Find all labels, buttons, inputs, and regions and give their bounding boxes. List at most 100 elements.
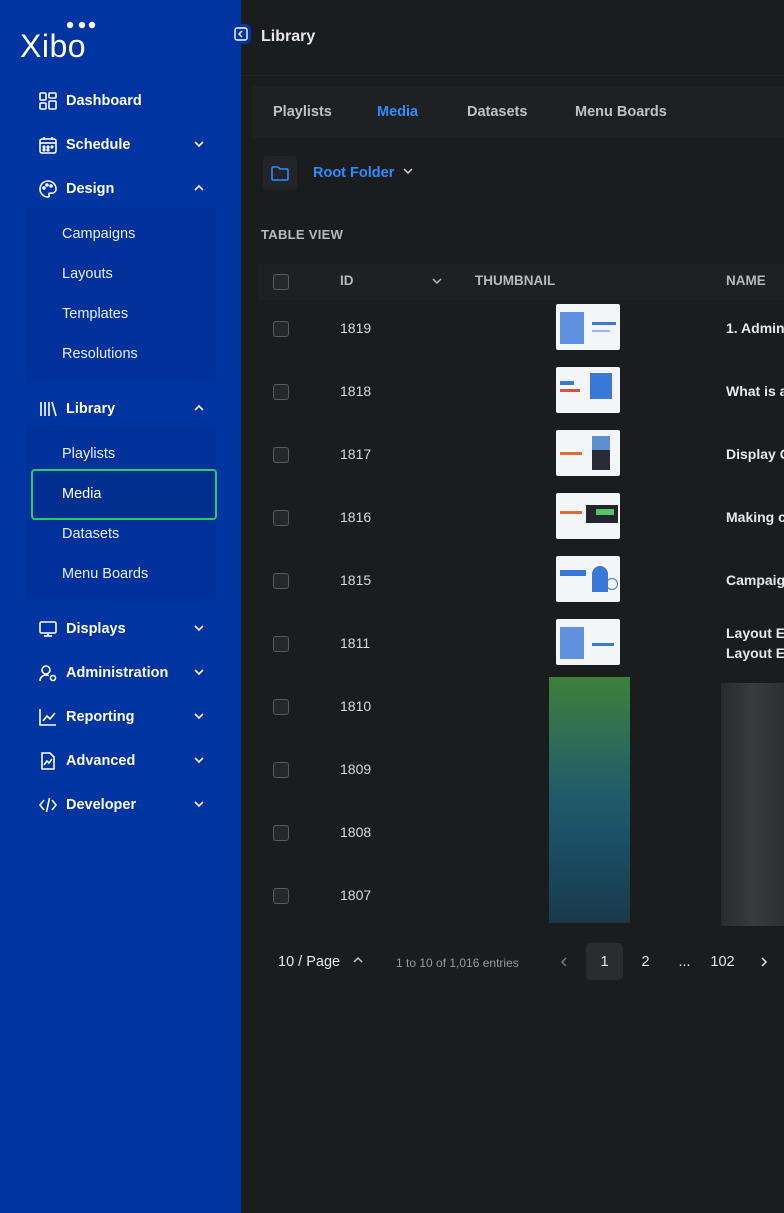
video-thumbnail-blurred[interactable] bbox=[549, 677, 630, 923]
sidebar-item-label: Administration bbox=[66, 665, 169, 681]
sidebar-item-design[interactable]: Design bbox=[38, 177, 218, 201]
table-view-label: TABLE VIEW bbox=[261, 227, 344, 242]
cell-id: 1811 bbox=[340, 635, 371, 651]
sidebar-item-label: Schedule bbox=[66, 137, 131, 153]
sidebar-item-schedule[interactable]: Schedule bbox=[38, 133, 218, 157]
cell-name: Layout E bbox=[726, 625, 784, 641]
code-icon bbox=[38, 795, 58, 815]
select-all-checkbox[interactable] bbox=[273, 274, 289, 290]
cell-name: Display C bbox=[726, 446, 784, 462]
cell-id: 1807 bbox=[340, 887, 372, 903]
row-checkbox[interactable] bbox=[273, 510, 289, 526]
collapse-icon bbox=[234, 27, 248, 41]
name-preview-blurred bbox=[721, 683, 784, 926]
media-thumbnail[interactable] bbox=[556, 619, 620, 665]
sidebar-item-label: Library bbox=[66, 401, 116, 417]
sidebar-item-developer[interactable]: Developer bbox=[38, 793, 218, 817]
page-size-select[interactable]: 10 / Page bbox=[278, 954, 364, 970]
sidebar-subitem-campaigns[interactable]: Campaigns bbox=[62, 226, 135, 246]
media-thumbnail[interactable] bbox=[556, 556, 620, 602]
sidebar-item-label: Developer bbox=[66, 797, 137, 813]
sidebar-item-displays[interactable]: Displays bbox=[38, 617, 218, 641]
previous-page-button[interactable] bbox=[545, 943, 582, 980]
column-header-thumbnail: THUMBNAIL bbox=[475, 273, 556, 288]
column-header-id[interactable]: ID bbox=[340, 273, 354, 288]
row-checkbox[interactable] bbox=[273, 384, 289, 400]
chevron-up-icon bbox=[353, 956, 363, 963]
monitor-icon bbox=[38, 619, 58, 639]
sidebar-item-library[interactable]: Library bbox=[38, 397, 218, 421]
media-thumbnail[interactable] bbox=[556, 430, 620, 476]
sidebar-item-label: Design bbox=[66, 181, 115, 197]
cell-name: 1. Admin bbox=[726, 320, 784, 336]
media-thumbnail[interactable] bbox=[556, 304, 620, 350]
pagination-summary: 1 to 10 of 1,016 entries bbox=[396, 956, 519, 970]
row-checkbox[interactable] bbox=[273, 447, 289, 463]
media-thumbnail[interactable] bbox=[556, 493, 620, 539]
cell-name: Campaig bbox=[726, 572, 784, 588]
cell-id: 1819 bbox=[340, 320, 372, 336]
cell-id: 1809 bbox=[340, 761, 372, 777]
active-item-highlight bbox=[31, 469, 217, 520]
tab-playlists[interactable]: Playlists bbox=[273, 104, 332, 120]
sidebar-item-reporting[interactable]: Reporting bbox=[38, 705, 218, 729]
cell-id: 1818 bbox=[340, 383, 372, 399]
sidebar-subitem-templates[interactable]: Templates bbox=[62, 306, 128, 326]
page-button-1[interactable]: 1 bbox=[586, 943, 623, 980]
sidebar-item-administration[interactable]: Administration bbox=[38, 661, 218, 685]
row-checkbox[interactable] bbox=[273, 825, 289, 841]
row-checkbox[interactable] bbox=[273, 762, 289, 778]
sidebar-subitem-resolutions[interactable]: Resolutions bbox=[62, 346, 138, 366]
cell-id: 1810 bbox=[340, 698, 372, 714]
folder-select[interactable]: Root Folder bbox=[313, 165, 414, 181]
next-page-button[interactable] bbox=[745, 943, 782, 980]
row-checkbox[interactable] bbox=[273, 573, 289, 589]
sidebar-item-label: Dashboard bbox=[66, 93, 142, 109]
chevron-down-icon bbox=[194, 669, 204, 676]
tab-menu-boards[interactable]: Menu Boards bbox=[575, 104, 667, 120]
library-icon bbox=[38, 399, 58, 419]
cell-id: 1815 bbox=[340, 572, 372, 588]
page-size-label: 10 / Page bbox=[278, 954, 341, 970]
palette-icon bbox=[38, 179, 58, 199]
sort-chevron-icon[interactable] bbox=[431, 275, 443, 287]
dashboard-icon bbox=[38, 91, 58, 111]
folder-label: Root Folder bbox=[313, 165, 395, 181]
cell-name: Making c bbox=[726, 509, 784, 525]
sidebar-subitem-media[interactable]: Media bbox=[62, 486, 102, 506]
advanced-icon bbox=[38, 751, 58, 771]
cell-name: What is a bbox=[726, 383, 784, 399]
sidebar-subitem-playlists[interactable]: Playlists bbox=[62, 446, 115, 466]
tab-media[interactable]: Media bbox=[377, 104, 418, 120]
page-ellipsis[interactable]: ... bbox=[666, 943, 703, 980]
folder-tree-button[interactable] bbox=[263, 156, 297, 190]
sidebar-item-dashboard[interactable]: Dashboard bbox=[38, 89, 218, 113]
row-checkbox[interactable] bbox=[273, 636, 289, 652]
chevron-left-icon bbox=[560, 956, 567, 967]
header-divider bbox=[241, 75, 784, 76]
chevron-down-icon bbox=[194, 801, 204, 808]
column-header-name[interactable]: NAME bbox=[726, 273, 766, 288]
media-thumbnail[interactable] bbox=[556, 367, 620, 413]
row-checkbox[interactable] bbox=[273, 321, 289, 337]
chevron-down-icon bbox=[194, 625, 204, 632]
sidebar-item-label: Displays bbox=[66, 621, 126, 637]
sidebar-item-advanced[interactable]: Advanced bbox=[38, 749, 218, 773]
sidebar-item-label: Advanced bbox=[66, 753, 136, 769]
sidebar-subitem-datasets[interactable]: Datasets bbox=[62, 526, 119, 546]
chevron-up-icon bbox=[194, 404, 204, 411]
chevron-down-icon bbox=[194, 141, 204, 148]
sidebar-collapse-button[interactable] bbox=[231, 24, 251, 44]
page-button-2[interactable]: 2 bbox=[627, 943, 664, 980]
row-checkbox[interactable] bbox=[273, 888, 289, 904]
tab-datasets[interactable]: Datasets bbox=[467, 104, 527, 120]
page-button-last[interactable]: 102 bbox=[704, 943, 741, 980]
chart-icon bbox=[38, 707, 58, 727]
sidebar: Xibo Dashboard Schedule Design Campaigns… bbox=[0, 0, 241, 1213]
sidebar-item-label: Reporting bbox=[66, 709, 135, 725]
cell-id: 1816 bbox=[340, 509, 372, 525]
sidebar-subitem-layouts[interactable]: Layouts bbox=[62, 266, 113, 286]
row-checkbox[interactable] bbox=[273, 699, 289, 715]
sidebar-subitem-menu-boards[interactable]: Menu Boards bbox=[62, 566, 148, 586]
cell-id: 1808 bbox=[340, 824, 372, 840]
